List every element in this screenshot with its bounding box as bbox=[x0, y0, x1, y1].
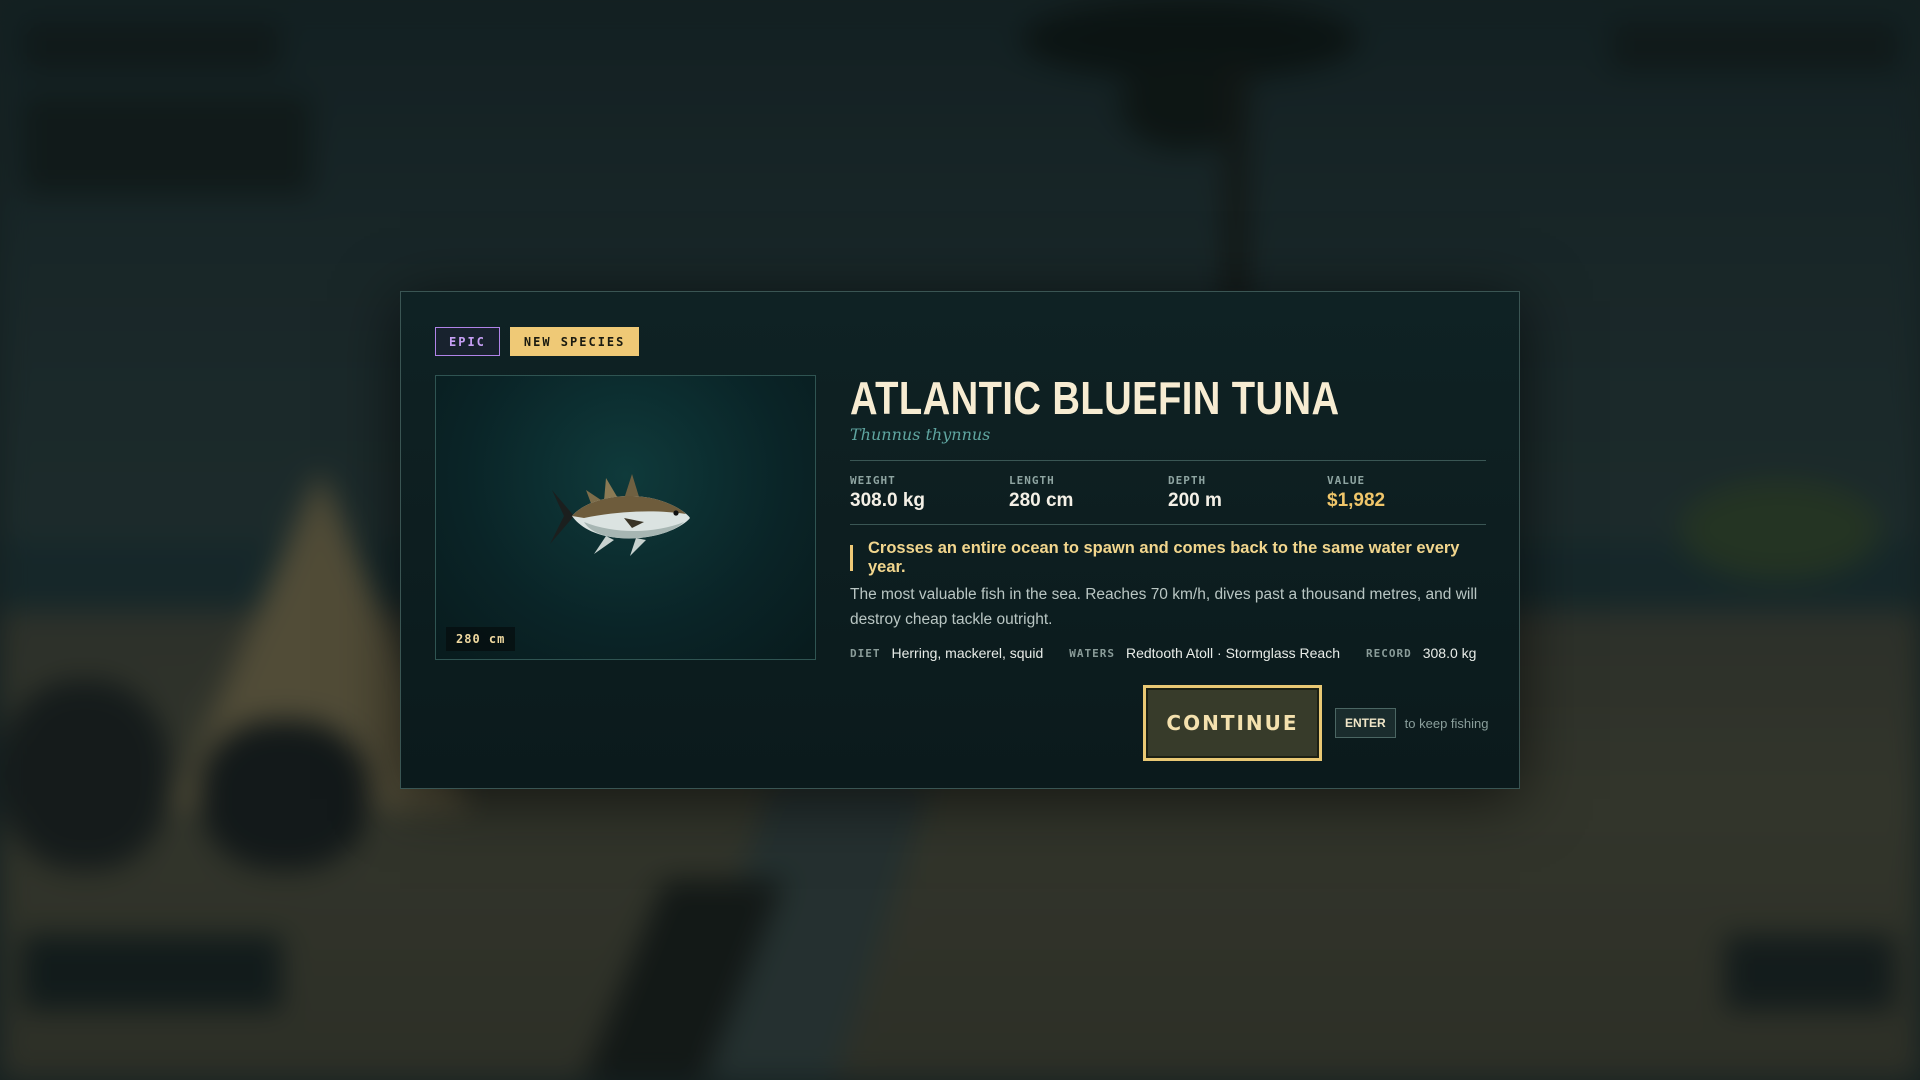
stat-value: 308.0 kg bbox=[850, 489, 925, 511]
stats-row: WEIGHT 308.0 kg LENGTH 280 cm DEPTH 200 … bbox=[850, 460, 1486, 525]
fish-name: ATLANTIC BLUEFIN TUNA bbox=[850, 372, 1340, 424]
size-badge: 280 cm bbox=[446, 627, 516, 651]
fish-description: The most valuable fish in the sea. Reach… bbox=[850, 586, 1478, 628]
enter-key-hint: ENTER bbox=[1335, 708, 1396, 738]
continue-button[interactable]: CONTINUE bbox=[1143, 685, 1322, 761]
waters-value: Redtooth Atoll · Stormglass Reach bbox=[1125, 645, 1340, 661]
stat-label: LENGTH bbox=[1009, 473, 1055, 487]
stat-value: $1,982 bbox=[1327, 489, 1386, 511]
diet-label: DIET bbox=[850, 646, 881, 660]
fish-fact: Crosses an entire ocean to spawn and com… bbox=[850, 539, 1486, 576]
actions: CONTINUE ENTER to keep fishing bbox=[1143, 685, 1489, 761]
stat-value-money: VALUE $1,982 bbox=[1327, 474, 1486, 512]
keep-fishing-hint: to keep fishing bbox=[1404, 715, 1489, 731]
rarity-tag: EPIC bbox=[435, 327, 500, 356]
record-value: 308.0 kg bbox=[1422, 645, 1477, 661]
stat-value: 200 m bbox=[1168, 489, 1222, 511]
fish-meta: DIET Herring, mackerel, squid WATERS Red… bbox=[850, 645, 1486, 661]
record-label: RECORD bbox=[1365, 646, 1412, 660]
tag-row: EPIC NEW SPECIES bbox=[435, 327, 640, 356]
scientific-name: Thunnus thynnus bbox=[850, 425, 991, 444]
stat-value: 280 cm bbox=[1009, 489, 1074, 511]
waters-label: WATERS bbox=[1069, 646, 1115, 660]
catch-card: EPIC NEW SPECIES 280 cm ATLANTIC BLUEFIN… bbox=[400, 291, 1520, 789]
stat-label: DEPTH bbox=[1168, 473, 1207, 487]
new-species-tag: NEW SPECIES bbox=[509, 327, 640, 356]
stat-label: WEIGHT bbox=[850, 473, 896, 487]
stat-depth: DEPTH 200 m bbox=[1168, 474, 1327, 512]
fish-preview: 280 cm bbox=[435, 375, 816, 660]
fish-icon bbox=[550, 474, 690, 556]
stat-length: LENGTH 280 cm bbox=[1009, 474, 1168, 512]
stat-weight: WEIGHT 308.0 kg bbox=[850, 474, 1009, 512]
diet-value: Herring, mackerel, squid bbox=[891, 645, 1044, 661]
fish-info: ATLANTIC BLUEFIN TUNA Thunnus thynnus WE… bbox=[850, 372, 1486, 661]
stat-label: VALUE bbox=[1327, 473, 1366, 487]
